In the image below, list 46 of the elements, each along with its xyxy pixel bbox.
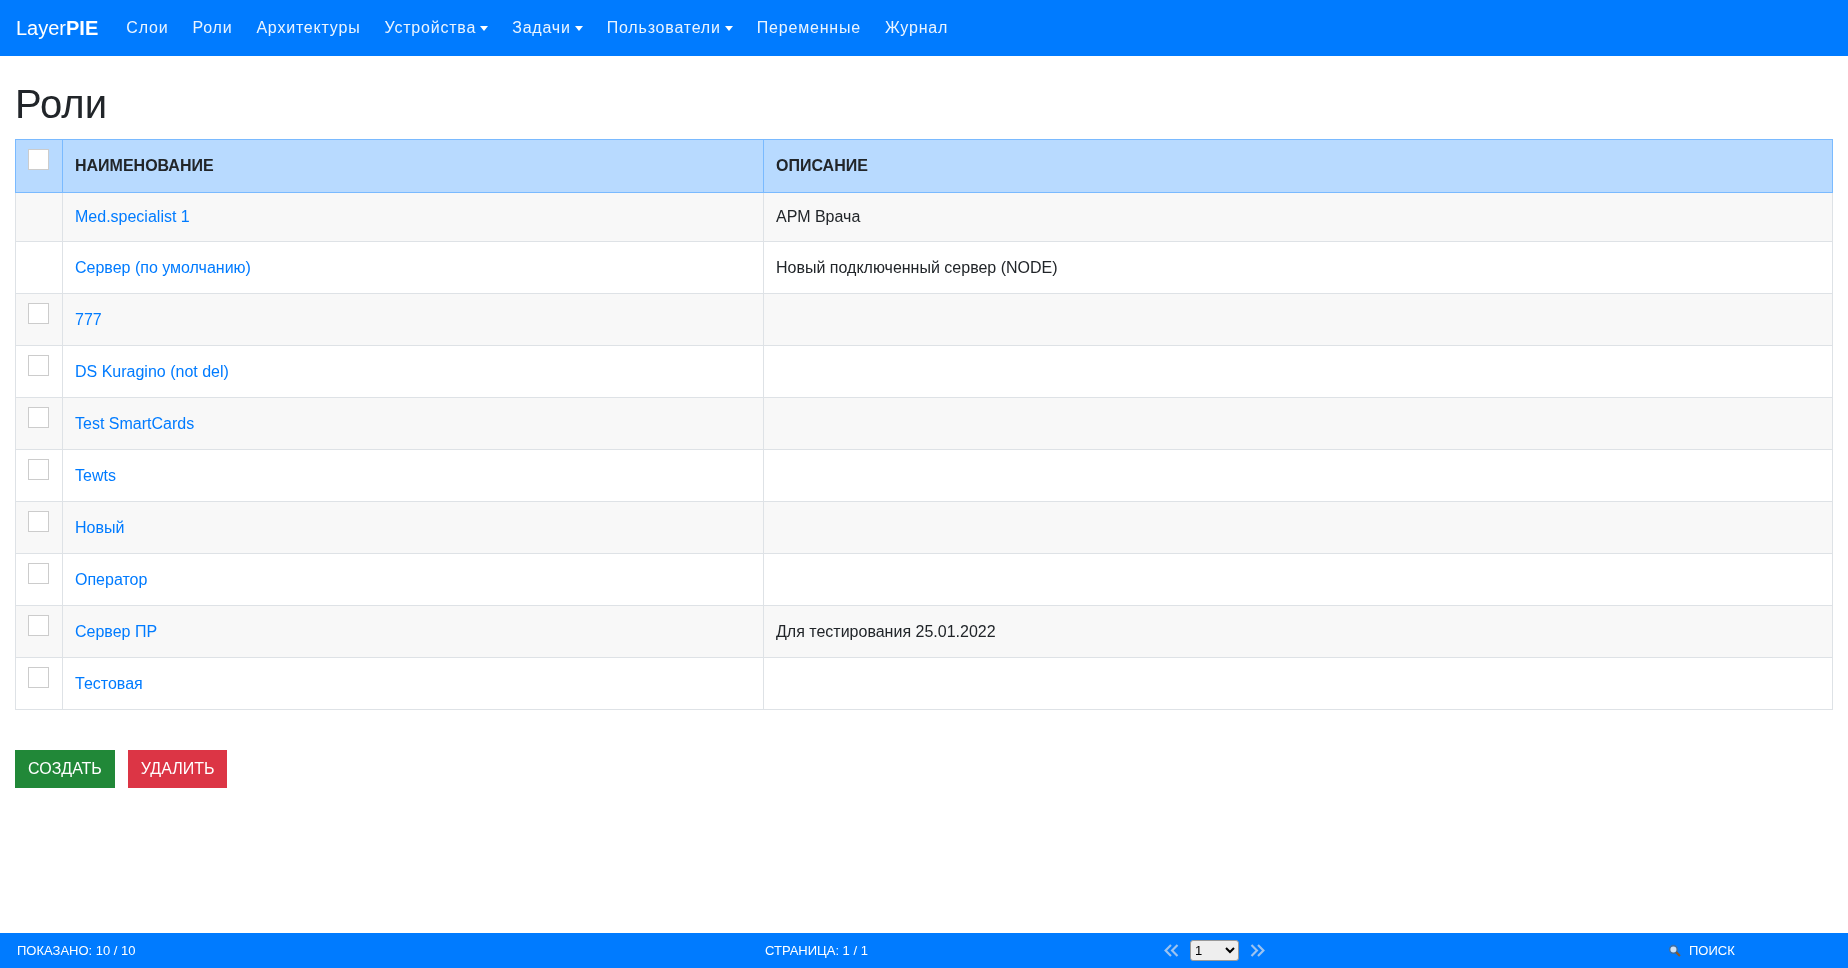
select-all-checkbox[interactable]: [28, 149, 49, 170]
role-link[interactable]: Тестовая: [75, 674, 143, 692]
row-checkbox[interactable]: [28, 563, 49, 584]
brand-link[interactable]: LayerPIE: [16, 16, 99, 40]
row-checkbox[interactable]: [28, 355, 49, 376]
role-link[interactable]: 777: [75, 310, 102, 328]
page-indicator: СТРАНИЦА: 1 / 1: [765, 943, 868, 958]
shown-count: ПОКАЗАНО: 10 / 10: [17, 943, 136, 958]
row-checkbox[interactable]: [28, 615, 49, 636]
create-button[interactable]: СОЗДАТЬ: [15, 750, 115, 788]
role-link[interactable]: Сервер (по умолчанию): [75, 258, 251, 276]
role-link[interactable]: DS Kuragino (not del): [75, 362, 229, 380]
description-text: АРМ Врача: [776, 208, 861, 225]
row-checkbox[interactable]: [28, 459, 49, 480]
nav-link[interactable]: Архитектуры: [244, 11, 373, 45]
caret-icon: [574, 25, 583, 31]
description-text: Новый подключенный сервер (NODE): [776, 258, 1058, 276]
page-select[interactable]: 1: [1190, 940, 1239, 961]
delete-button[interactable]: УДАЛИТЬ: [127, 750, 228, 788]
caret-icon: [480, 25, 489, 31]
role-link[interactable]: Med.specialist 1: [75, 208, 190, 225]
nav-link[interactable]: Задачи: [500, 11, 595, 45]
nav-link[interactable]: Устройства: [372, 11, 501, 45]
nav-link[interactable]: Роли: [180, 11, 245, 45]
previous-page-icon[interactable]: [1162, 944, 1180, 957]
role-link[interactable]: Новый: [75, 518, 125, 536]
nav-link[interactable]: Журнал: [872, 11, 961, 45]
role-link[interactable]: Tewts: [75, 466, 116, 484]
search-icon: [1668, 944, 1681, 957]
role-link[interactable]: Оператор: [75, 570, 148, 588]
next-page-icon[interactable]: [1249, 944, 1267, 957]
role-link[interactable]: Test SmartCards: [75, 414, 195, 432]
column-header: ОПИСАНИЕ: [763, 139, 1833, 193]
page-title: Роли: [15, 81, 108, 128]
role-link[interactable]: Сервер ПР: [75, 622, 158, 640]
nav-link[interactable]: Пользователи: [594, 11, 745, 45]
search-link[interactable]: ПОИСК: [1668, 943, 1735, 958]
row-checkbox[interactable]: [28, 407, 49, 428]
nav-link[interactable]: Переменные: [744, 11, 873, 45]
row-checkbox[interactable]: [28, 667, 49, 688]
nav-link[interactable]: Слои: [114, 11, 181, 45]
column-header: НАИМЕНОВАНИЕ: [62, 139, 764, 193]
row-checkbox[interactable]: [28, 511, 49, 532]
description-text: Для тестирования 25.01.2022: [776, 622, 996, 640]
row-checkbox[interactable]: [28, 303, 49, 324]
caret-icon: [724, 25, 733, 31]
